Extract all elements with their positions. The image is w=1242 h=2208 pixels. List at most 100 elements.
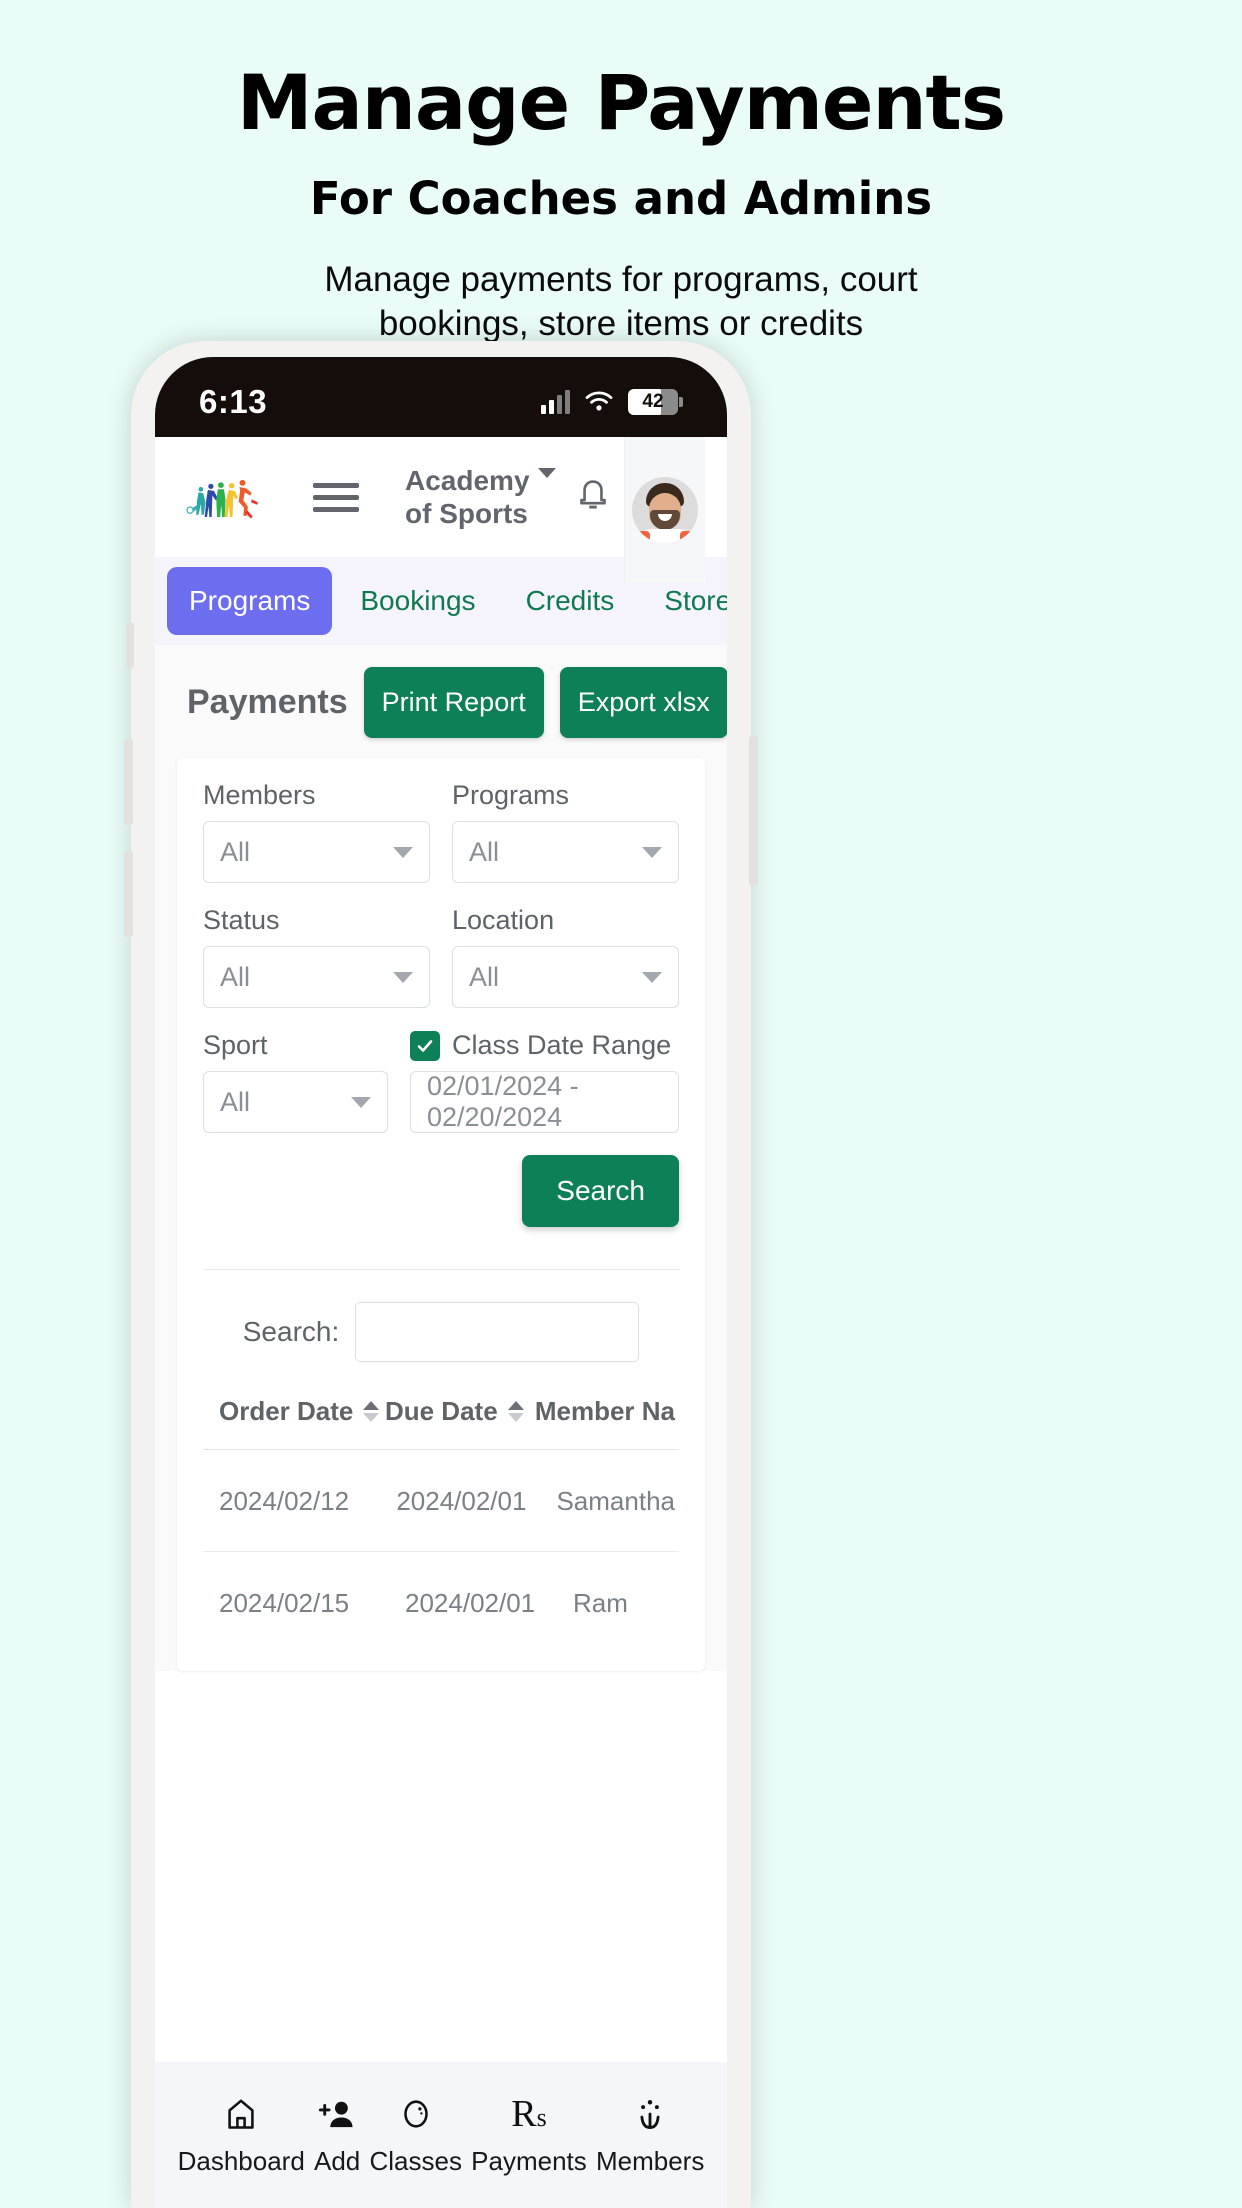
cell-due-date: 2024/02/01 <box>396 1486 527 1516</box>
battery-icon: 42 <box>628 389 683 415</box>
programs-label: Programs <box>452 780 570 810</box>
chevron-down-icon <box>351 1096 371 1108</box>
location-select[interactable]: All <box>452 946 679 1008</box>
whistle-icon <box>398 2094 434 2134</box>
status-select[interactable]: All <box>203 946 430 1008</box>
phone-volume-up-button[interactable] <box>124 739 133 825</box>
class-date-range-checkbox[interactable] <box>410 1030 440 1061</box>
nav-item-members[interactable]: Members <box>596 2094 704 2177</box>
filter-members: Members All <box>203 780 430 883</box>
filter-status: Status All <box>203 905 430 1008</box>
filter-sport: Sport All <box>203 1030 388 1133</box>
export-xlsx-button[interactable]: Export xlsx <box>559 667 727 738</box>
programs-value: All <box>469 836 500 867</box>
nav-item-payments[interactable]: Rs Payments <box>471 2094 587 2177</box>
table-search-input[interactable] <box>355 1302 640 1362</box>
promo-description: Manage payments for programs, court book… <box>324 259 918 344</box>
sport-select[interactable]: All <box>203 1071 388 1133</box>
column-label: Member Na <box>534 1396 675 1426</box>
divider <box>203 1269 679 1270</box>
nav-label: Dashboard <box>177 2145 305 2176</box>
app-header: Academy of Sports <box>155 437 727 583</box>
members-value: All <box>220 836 251 867</box>
chevron-down-icon <box>393 971 413 983</box>
filter-class-date-range: Class Date Range 02/01/2024 - 02/20/2024 <box>410 1030 679 1133</box>
phone-power-button[interactable] <box>749 736 758 886</box>
cell-member-name: Ram <box>573 1588 628 1618</box>
nav-label: Add <box>314 2145 361 2176</box>
sport-label: Sport <box>203 1030 268 1060</box>
nav-item-add[interactable]: Add <box>314 2094 360 2177</box>
column-header-member-name[interactable]: Member Na <box>535 1396 675 1427</box>
cell-member-name: Samantha <box>556 1486 675 1516</box>
sports-people-logo <box>186 480 258 519</box>
status-value: All <box>220 961 251 992</box>
status-label: Status <box>203 905 280 935</box>
nav-label: Classes <box>369 2145 462 2176</box>
table-row[interactable]: 2024/02/15 2024/02/01 Ram <box>203 1552 679 1653</box>
bell-icon[interactable] <box>574 477 612 517</box>
nav-label: Members <box>595 2145 705 2176</box>
hamburger-menu-icon[interactable] <box>313 482 359 512</box>
search-row: Search <box>203 1155 679 1227</box>
cell-due-date: 2024/02/01 <box>405 1588 536 1618</box>
members-label: Members <box>203 780 316 810</box>
org-selector[interactable]: Academy of Sports <box>405 464 556 530</box>
location-value: All <box>469 961 500 992</box>
cellular-signal-icon <box>541 390 570 414</box>
battery-percent: 42 <box>642 391 664 412</box>
location-label: Location <box>452 905 555 935</box>
filter-row-3: Sport All Class Date Range 02/01/2024 - … <box>203 1030 679 1133</box>
chevron-down-icon <box>642 846 662 858</box>
class-date-range-checkbox-row[interactable]: Class Date Range <box>410 1030 679 1061</box>
nav-item-dashboard[interactable]: Dashboard <box>178 2094 305 2177</box>
tab-bookings[interactable]: Bookings <box>338 567 497 635</box>
tab-credits[interactable]: Credits <box>504 567 637 635</box>
sort-icon[interactable] <box>363 1401 380 1422</box>
nav-item-classes[interactable]: Classes <box>369 2094 462 2177</box>
bottom-navigation: Dashboard Add Classes Rs Payments Member… <box>155 2062 727 2208</box>
org-name: Academy of Sports <box>405 464 530 529</box>
tab-programs[interactable]: Programs <box>167 567 333 635</box>
phone-mockup: 6:13 42 Academy of Sports Programs Booki… <box>124 341 758 2208</box>
search-button[interactable]: Search <box>522 1155 679 1227</box>
home-icon <box>223 2094 259 2134</box>
filter-row-2: Status All Location All <box>203 905 679 1008</box>
nav-label: Payments <box>471 2145 587 2176</box>
members-icon <box>632 2094 668 2134</box>
add-person-icon <box>318 2094 356 2134</box>
column-label: Order Date <box>219 1396 354 1426</box>
table-search: Search: <box>203 1302 679 1362</box>
filters-card: Members All Programs All Status All Loca… <box>177 758 705 1671</box>
status-bar: 6:13 42 <box>155 357 727 437</box>
phone-screen: 6:13 42 Academy of Sports Programs Booki… <box>155 357 727 2208</box>
table-row[interactable]: 2024/02/12 2024/02/01 Samantha <box>203 1450 679 1552</box>
members-select[interactable]: All <box>203 821 430 883</box>
filter-row-1: Members All Programs All <box>203 780 679 883</box>
table-header: Order Date Due Date Member Na <box>203 1396 679 1450</box>
page-title: Payments <box>187 683 348 721</box>
class-date-range-input[interactable]: 02/01/2024 - 02/20/2024 <box>410 1071 679 1133</box>
filter-location: Location All <box>452 905 679 1008</box>
promo-header: Manage Payments For Coaches and Admins M… <box>0 0 1242 347</box>
avatar-container[interactable] <box>624 437 705 583</box>
programs-select[interactable]: All <box>452 821 679 883</box>
column-header-order-date[interactable]: Order Date <box>219 1396 385 1427</box>
chevron-down-icon <box>537 467 556 478</box>
status-indicators: 42 <box>541 389 683 415</box>
phone-volume-down-button[interactable] <box>124 851 133 937</box>
cell-order-date: 2024/02/12 <box>219 1486 350 1516</box>
phone-mute-button[interactable] <box>126 622 134 668</box>
chevron-down-icon <box>642 971 662 983</box>
rupee-icon: Rs <box>511 2092 547 2135</box>
column-header-due-date[interactable]: Due Date <box>385 1396 535 1427</box>
cell-order-date: 2024/02/15 <box>219 1588 350 1618</box>
avatar[interactable] <box>632 477 698 543</box>
promo-title: Manage Payments <box>236 58 1006 147</box>
page-content: Payments Print Report Export xlsx Member… <box>155 645 727 1671</box>
sort-icon[interactable] <box>507 1401 524 1422</box>
chevron-down-icon <box>393 846 413 858</box>
filter-programs: Programs All <box>452 780 679 883</box>
print-report-button[interactable]: Print Report <box>363 667 544 738</box>
class-date-range-value: 02/01/2024 - 02/20/2024 <box>427 1071 579 1132</box>
